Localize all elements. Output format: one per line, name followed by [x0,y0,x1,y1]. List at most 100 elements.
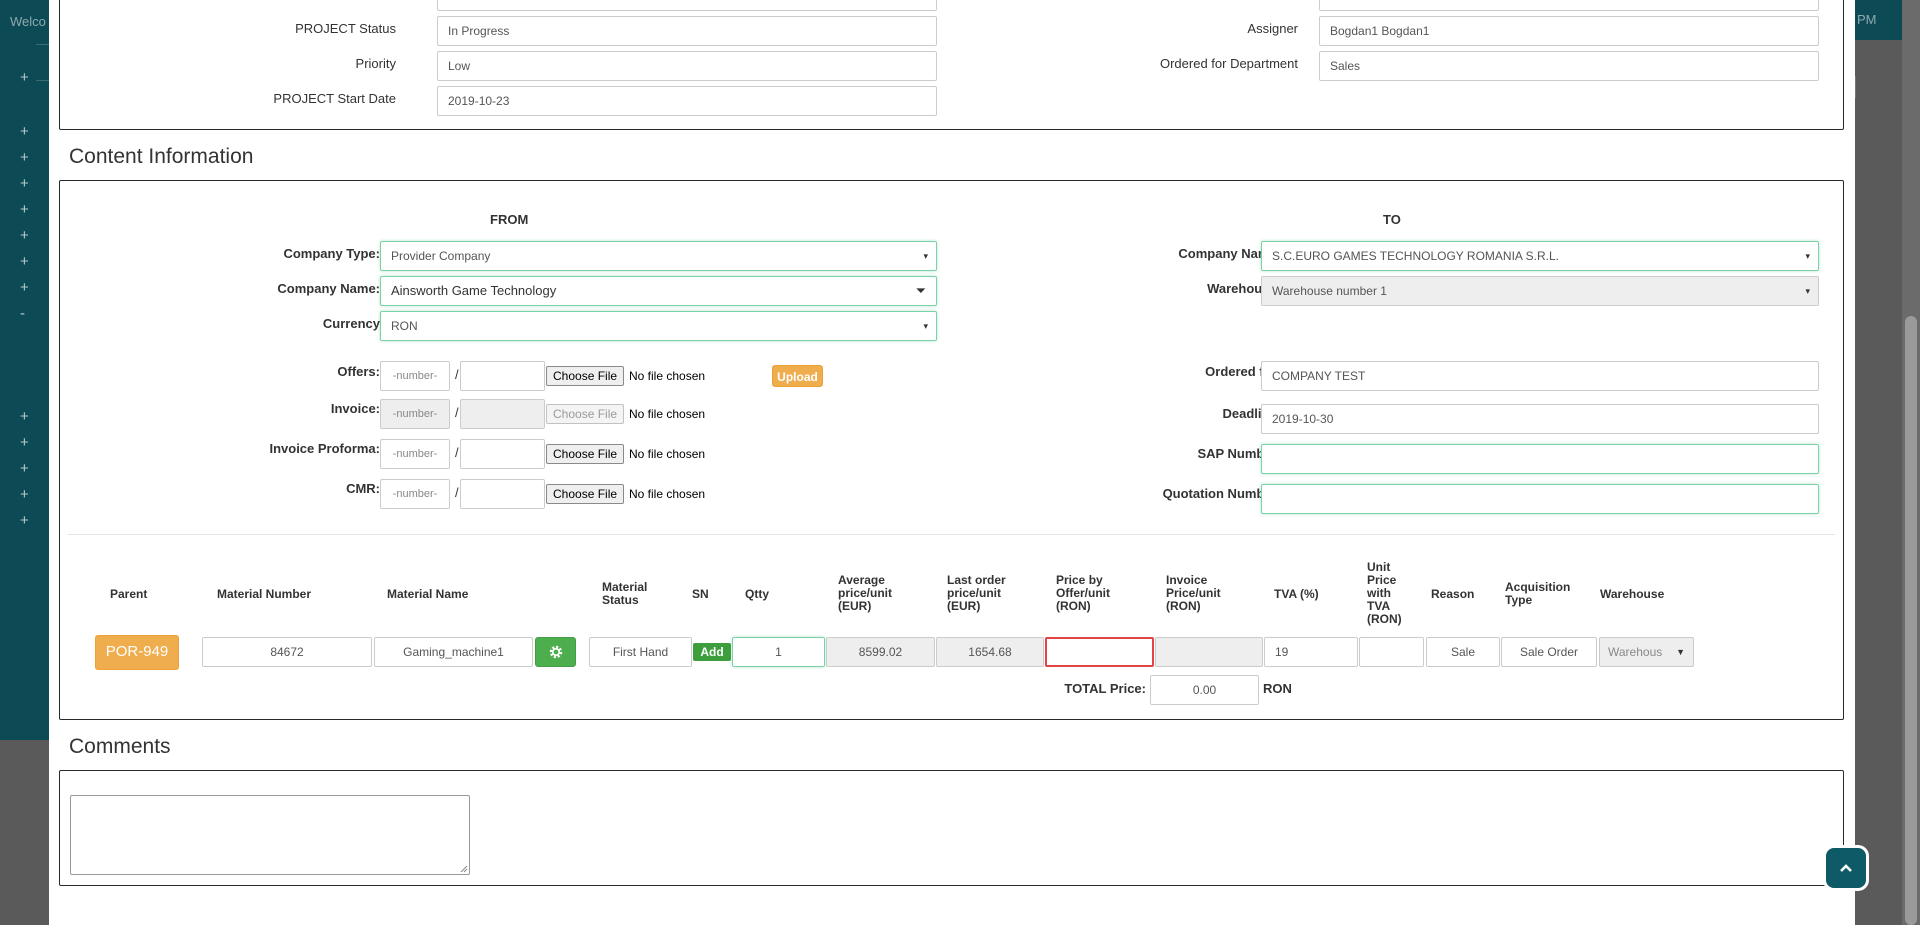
start-date-field[interactable]: 2019-10-23 [437,86,937,116]
sidebar-expand-icon[interactable]: + [20,254,29,269]
scroll-top-button[interactable] [1826,848,1866,888]
proforma-choose-file-button[interactable]: Choose File [546,444,625,464]
comments-textarea[interactable] [70,795,470,875]
sap-number-input[interactable] [1261,444,1819,474]
section-divider [68,534,1835,535]
sidebar-divider [36,44,49,45]
sap-number-label: SAP Number: [1197,446,1281,461]
row-warehouse-value: Warehous [1608,645,1663,659]
tva-input[interactable]: 19 [1264,637,1358,667]
upload-button[interactable]: Upload [772,365,823,387]
proforma-label: Invoice Proforma: [269,441,380,456]
col-material-name: Material Name [387,587,469,601]
start-date-label: PROJECT Start Date [273,91,396,106]
resize-handle-icon [460,865,468,873]
offers-second-input[interactable] [460,361,545,391]
sidebar-expand-icon[interactable]: + [20,70,29,85]
offers-no-file-text: No file chosen [629,369,706,383]
currency-label: Currency [322,316,380,331]
material-status-field[interactable]: First Hand [589,637,692,667]
sidebar-collapse-icon[interactable]: - [20,306,25,321]
background-ghost-field [1855,76,1856,98]
sidebar-expand-icon[interactable]: + [20,124,29,139]
invoice-number-input[interactable]: -number- [380,399,450,429]
material-number-field[interactable]: 84672 [202,637,372,667]
last-order-price-field: 1654.68 [936,637,1044,667]
sn-add-button[interactable]: Add [693,643,731,661]
cmr-label: CMR: [346,481,380,496]
assigner-field[interactable]: Bogdan1 Bogdan1 [1319,16,1819,46]
from-company-name-select[interactable]: Ainsworth Game Technology ⏷ [380,276,937,306]
from-company-name-value: Ainsworth Game Technology [391,283,557,298]
acquisition-type-field[interactable]: Sale Order [1501,637,1597,667]
material-settings-button[interactable] [535,637,576,667]
from-company-type-select[interactable]: Provider Company ▾ [380,241,937,271]
unit-price-tva-field[interactable] [1359,637,1424,667]
total-price-field: 0.00 [1150,675,1259,705]
sidebar-expand-icon[interactable]: + [20,280,29,295]
col-unit-price-tva: Unit Price with TVA (RON) [1367,560,1402,626]
row-warehouse-select[interactable]: Warehous ▼ [1599,637,1694,667]
page-scrollbar-thumb[interactable] [1905,316,1917,925]
from-company-name-label: Company Name: [277,281,380,296]
offers-choose-file-button[interactable]: Choose File [546,366,625,386]
sidebar-divider [36,80,49,81]
proforma-second-input[interactable] [460,439,545,469]
proforma-number-input[interactable]: -number- [380,439,450,469]
project-field-cut-right[interactable] [1319,0,1819,11]
to-header: TO [1383,212,1401,227]
col-last-order-price: Last order price/unit (EUR) [947,573,1006,613]
sidebar-expand-icon[interactable]: + [20,176,29,191]
invoice-choose-file-button: Choose File [546,404,625,424]
from-header: FROM [490,212,529,227]
sidebar-expand-icon[interactable]: + [20,228,29,243]
invoice-second-input[interactable] [460,399,545,429]
dropdown-caret-icon: ▼ [1676,647,1685,657]
deadline-field[interactable]: 2019-10-30 [1261,404,1819,434]
sidebar-expand-icon[interactable]: + [20,461,29,476]
material-name-field[interactable]: Gaming_machine1 [374,637,533,667]
deadline-label: Deadline: [1222,406,1281,421]
slash-separator: / [455,405,459,420]
currency-value: RON [391,319,418,333]
cmr-choose-file-button[interactable]: Choose File [546,484,625,504]
to-company-name-select[interactable]: S.C.EURO GAMES TECHNOLOGY ROMANIA S.R.L.… [1261,241,1819,271]
col-reason: Reason [1431,587,1475,601]
reason-field[interactable]: Sale [1426,637,1500,667]
sidebar-expand-icon[interactable]: + [20,513,29,528]
currency-select[interactable]: RON ▾ [380,311,937,341]
parent-por-button[interactable]: POR-949 [95,635,179,670]
sidebar-expand-icon[interactable]: + [20,435,29,450]
sidebar-expand-icon[interactable]: + [20,150,29,165]
qtty-input[interactable]: 1 [732,637,825,667]
sidebar-expand-icon[interactable]: + [20,409,29,424]
sidebar-expand-icon[interactable]: + [20,487,29,502]
priority-field[interactable]: Low [437,51,937,81]
dropdown-caret-icon: ▾ [1805,251,1810,261]
invoice-label: Invoice: [330,401,380,416]
slash-separator: / [455,367,459,382]
dropdown-caret-icon: ▾ [1805,286,1810,296]
warehouse-select[interactable]: Warehouse number 1 ▾ [1261,276,1819,306]
total-currency: RON [1263,681,1292,696]
offers-label: Offers: [337,364,380,379]
ordered-for-field[interactable]: COMPANY TEST [1261,361,1819,391]
cmr-number-input[interactable]: -number- [380,479,450,509]
offers-number-input[interactable]: -number- [380,361,450,391]
price-by-offer-input[interactable] [1045,637,1154,667]
cmr-second-input[interactable] [460,479,545,509]
dropdown-caret-icon: ⏷ [915,283,926,298]
project-field-cut[interactable] [437,0,937,11]
col-average-price: Average price/unit (EUR) [838,573,893,613]
ordered-dept-field[interactable]: Sales [1319,51,1819,81]
sidebar-expand-icon[interactable]: + [20,202,29,217]
col-warehouse: Warehouse [1600,587,1665,601]
dropdown-caret-icon: ▾ [923,251,928,261]
project-status-field[interactable]: In Progress [437,16,937,46]
chevron-up-icon [1840,864,1852,872]
content-info-panel: FROM TO Company Type: Provider Company ▾… [59,180,1844,720]
priority-label: Priority [355,56,396,71]
cmr-no-file-text: No file chosen [629,487,706,501]
quotation-number-input[interactable] [1261,484,1819,514]
col-price-by-offer: Price by Offer/unit (RON) [1056,573,1110,613]
